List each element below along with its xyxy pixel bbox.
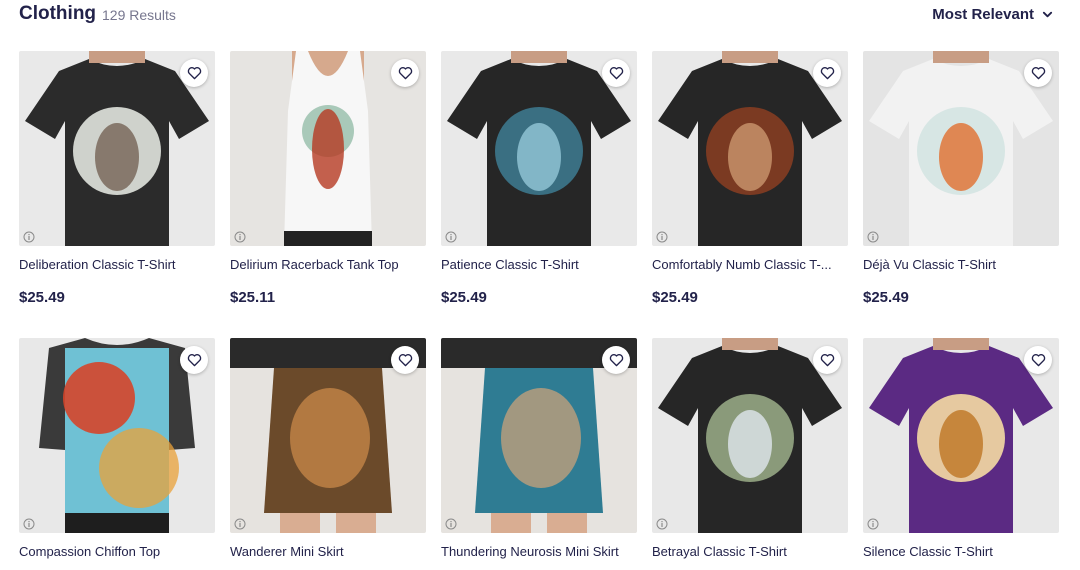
product-name[interactable]: Comfortably Numb Classic T-... — [652, 257, 848, 272]
info-icon[interactable] — [234, 517, 246, 530]
heart-icon — [820, 67, 834, 80]
favorite-button[interactable] — [813, 346, 841, 374]
results-header: Clothing 129 Results Most Relevant — [19, 0, 1061, 30]
favorite-button[interactable] — [180, 59, 208, 87]
info-icon[interactable] — [23, 517, 35, 530]
favorite-button[interactable] — [1024, 59, 1052, 87]
product-image[interactable] — [19, 51, 215, 246]
product-card[interactable]: Delirium Racerback Tank Top $25.11 — [230, 51, 426, 306]
product-image[interactable] — [652, 51, 848, 246]
product-card[interactable]: Compassion Chiffon Top — [19, 338, 215, 559]
heart-icon — [398, 67, 412, 80]
product-image[interactable] — [230, 51, 426, 246]
product-image[interactable] — [652, 338, 848, 533]
product-price: $25.49 — [863, 289, 909, 306]
product-image[interactable] — [863, 51, 1059, 246]
info-icon[interactable] — [656, 230, 668, 243]
product-card[interactable]: Silence Classic T-Shirt — [863, 338, 1059, 559]
heart-icon — [609, 354, 623, 367]
product-name[interactable]: Thundering Neurosis Mini Skirt — [441, 544, 637, 559]
product-card[interactable]: Comfortably Numb Classic T-... $25.49 — [652, 51, 848, 306]
info-icon[interactable] — [23, 230, 35, 243]
sort-label: Most Relevant — [932, 6, 1034, 23]
product-card[interactable]: Déjà Vu Classic T-Shirt $25.49 — [863, 51, 1059, 306]
heart-icon — [187, 67, 201, 80]
heart-icon — [187, 354, 201, 367]
favorite-button[interactable] — [391, 346, 419, 374]
heart-icon — [398, 354, 412, 367]
product-price: $25.49 — [441, 289, 487, 306]
product-image[interactable] — [441, 338, 637, 533]
favorite-button[interactable] — [602, 59, 630, 87]
product-price: $25.49 — [652, 289, 698, 306]
product-image[interactable] — [19, 338, 215, 533]
chevron-down-icon — [1042, 11, 1053, 18]
product-image[interactable] — [863, 338, 1059, 533]
favorite-button[interactable] — [602, 346, 630, 374]
favorite-button[interactable] — [391, 59, 419, 87]
product-card[interactable]: Wanderer Mini Skirt — [230, 338, 426, 559]
heart-icon — [1031, 354, 1045, 367]
product-image[interactable] — [441, 51, 637, 246]
product-name[interactable]: Patience Classic T-Shirt — [441, 257, 637, 272]
info-icon[interactable] — [656, 517, 668, 530]
product-name[interactable]: Silence Classic T-Shirt — [863, 544, 1059, 559]
info-icon[interactable] — [445, 517, 457, 530]
results-count: 129 Results — [102, 7, 176, 23]
sort-dropdown[interactable]: Most Relevant — [932, 6, 1053, 23]
product-name[interactable]: Wanderer Mini Skirt — [230, 544, 426, 559]
page-title: Clothing — [19, 3, 97, 24]
product-card[interactable]: Betrayal Classic T-Shirt — [652, 338, 848, 559]
product-name[interactable]: Delirium Racerback Tank Top — [230, 257, 426, 272]
product-name[interactable]: Compassion Chiffon Top — [19, 544, 215, 559]
product-price: $25.11 — [230, 289, 276, 306]
product-card[interactable]: Patience Classic T-Shirt $25.49 — [441, 51, 637, 306]
favorite-button[interactable] — [813, 59, 841, 87]
favorite-button[interactable] — [1024, 346, 1052, 374]
product-image[interactable] — [230, 338, 426, 533]
product-card[interactable]: Thundering Neurosis Mini Skirt — [441, 338, 637, 559]
product-price: $25.49 — [19, 289, 65, 306]
info-icon[interactable] — [867, 517, 879, 530]
product-card[interactable]: Deliberation Classic T-Shirt $25.49 — [19, 51, 215, 306]
heart-icon — [820, 354, 834, 367]
favorite-button[interactable] — [180, 346, 208, 374]
product-name[interactable]: Betrayal Classic T-Shirt — [652, 544, 848, 559]
product-name[interactable]: Déjà Vu Classic T-Shirt — [863, 257, 1059, 272]
info-icon[interactable] — [867, 230, 879, 243]
product-name[interactable]: Deliberation Classic T-Shirt — [19, 257, 215, 272]
heart-icon — [1031, 67, 1045, 80]
info-icon[interactable] — [234, 230, 246, 243]
heart-icon — [609, 67, 623, 80]
info-icon[interactable] — [445, 230, 457, 243]
